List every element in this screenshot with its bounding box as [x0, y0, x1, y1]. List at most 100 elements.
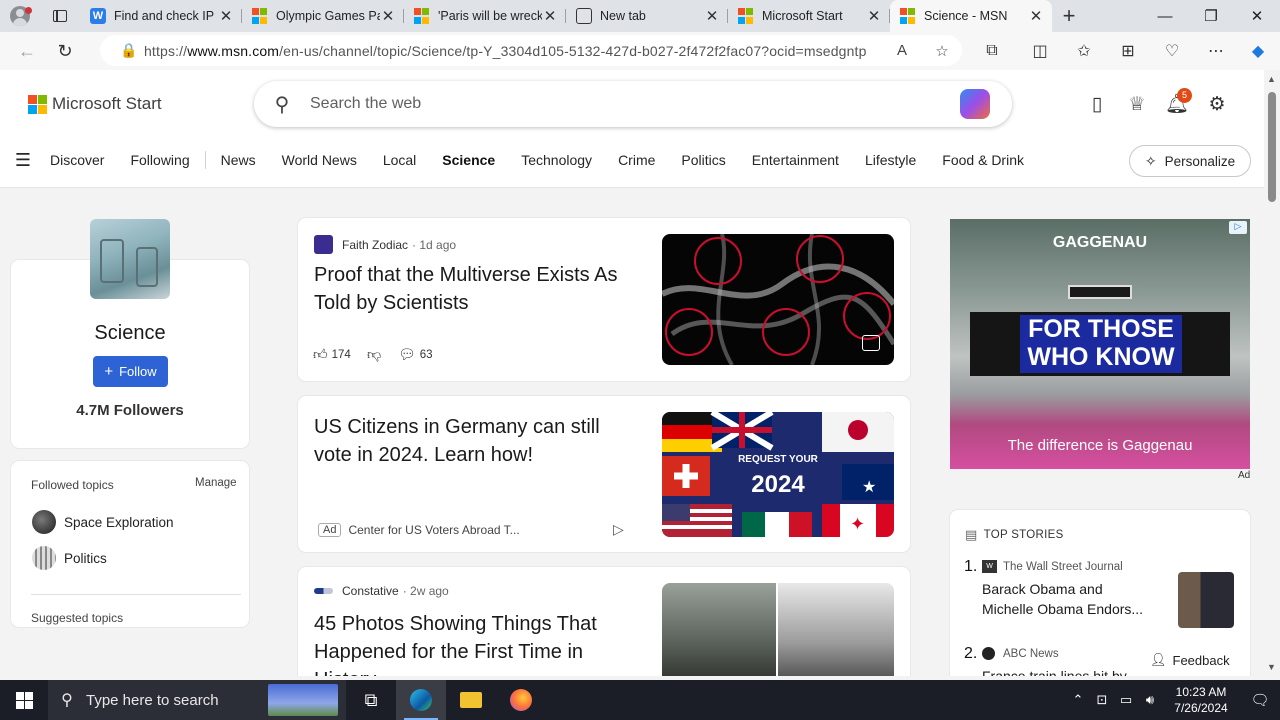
- scroll-up-icon[interactable]: ▲: [1267, 74, 1276, 84]
- article-thumbnail[interactable]: [662, 234, 894, 365]
- nav-news[interactable]: News: [208, 152, 269, 168]
- close-tab-icon[interactable]: ✕: [704, 7, 720, 25]
- network-icon[interactable]: ▭: [1114, 692, 1138, 708]
- search-highlight-image[interactable]: [268, 684, 338, 716]
- article-source[interactable]: Constative · 2w ago: [314, 584, 449, 598]
- new-tab-button[interactable]: +: [1052, 0, 1086, 32]
- article-source[interactable]: Faith Zodiac · 1d ago: [314, 235, 456, 254]
- story-headline[interactable]: Barack Obama and Michelle Obama Endors..…: [982, 579, 1152, 619]
- scroll-down-icon[interactable]: ▼: [1267, 662, 1276, 672]
- browser-tab-1[interactable]: W Find and check IP ✕: [80, 0, 242, 32]
- refresh-button[interactable]: ↻: [46, 32, 84, 70]
- close-tab-icon[interactable]: ✕: [218, 7, 234, 25]
- firefox-taskbar-icon[interactable]: [496, 680, 546, 720]
- ad-slogan-box: FOR THOSE WHO KNOW: [1020, 315, 1182, 373]
- read-aloud-icon[interactable]: A: [882, 42, 922, 59]
- rewards-icon[interactable]: ♕: [1122, 91, 1152, 117]
- ad-choices-icon[interactable]: ▷: [613, 521, 624, 538]
- search-input[interactable]: Search the web: [310, 95, 960, 113]
- address-bar[interactable]: 🔒 https://www.msn.com/en-us/channel/topi…: [100, 35, 962, 66]
- gaggenau-ad[interactable]: GAGGENAU FOR THOSE WHO KNOW The differen…: [950, 219, 1250, 469]
- article-thumbnail[interactable]: [662, 583, 894, 676]
- nav-science[interactable]: Science: [429, 152, 508, 168]
- copilot-icon[interactable]: ◆: [1238, 32, 1278, 70]
- browser-tab-2[interactable]: Olympic Games Pa ✕: [242, 0, 404, 32]
- story-headline[interactable]: France train lines hit by...: [982, 666, 1152, 676]
- close-tab-icon[interactable]: ✕: [542, 7, 558, 25]
- collections-icon[interactable]: ⊞: [1108, 32, 1148, 70]
- restore-button[interactable]: ❐: [1188, 0, 1234, 32]
- notification-center-icon[interactable]: 🗨︎: [1240, 691, 1280, 709]
- story-source[interactable]: W The Wall Street Journal: [982, 560, 1123, 573]
- favorites-icon[interactable]: ✩: [1064, 32, 1104, 70]
- notification-count-badge: 5: [1177, 88, 1192, 103]
- nav-local[interactable]: Local: [370, 152, 429, 168]
- page-scrollbar[interactable]: ▲ ▼: [1264, 70, 1280, 676]
- network-device-icon[interactable]: ⊡: [1090, 692, 1114, 708]
- story-source[interactable]: ABC News: [982, 647, 1059, 660]
- extensions-icon[interactable]: ⧉: [972, 32, 1012, 70]
- copilot-logo-icon[interactable]: [960, 89, 990, 119]
- like-button[interactable]: 👍︎ 174: [313, 346, 351, 363]
- close-window-button[interactable]: ✕: [1234, 0, 1280, 32]
- task-view-icon[interactable]: ⧉: [346, 680, 396, 720]
- comments-button[interactable]: 💬︎ 63: [398, 346, 433, 363]
- nav-politics[interactable]: Politics: [668, 152, 738, 168]
- clock[interactable]: 10:23 AM 7/26/2024: [1162, 684, 1240, 716]
- close-tab-icon[interactable]: ✕: [866, 7, 882, 25]
- feedback-button[interactable]: 👤︎ Feedback: [1140, 644, 1240, 676]
- taskbar-search[interactable]: ⚲ Type here to search: [48, 680, 346, 720]
- microsoft-start-logo[interactable]: Microsoft Start: [28, 94, 162, 114]
- nav-discover[interactable]: Discover: [46, 152, 117, 168]
- sponsored-headline[interactable]: US Citizens in Germany can still vote in…: [314, 413, 634, 469]
- ad-source[interactable]: Ad Center for US Voters Abroad T...: [318, 523, 520, 537]
- sponsored-thumbnail[interactable]: ★ ✦ REQUEST YOUR 2024: [662, 412, 894, 537]
- personalize-button[interactable]: ✧ Personalize: [1129, 145, 1251, 177]
- browser-tab-6-active[interactable]: Science - MSN ✕: [890, 0, 1052, 32]
- followed-topic-politics[interactable]: Politics: [32, 546, 107, 570]
- url-text[interactable]: https://www.msn.com/en-us/channel/topic/…: [144, 43, 882, 59]
- browser-tab-4[interactable]: New tab ✕: [566, 0, 728, 32]
- manage-link[interactable]: Manage: [195, 477, 237, 489]
- back-button[interactable]: ←: [8, 32, 46, 70]
- start-button[interactable]: [0, 680, 48, 720]
- nav-food-drink[interactable]: Food & Drink: [929, 152, 1037, 168]
- favorite-star-icon[interactable]: ☆: [922, 42, 962, 60]
- file-explorer-icon[interactable]: [446, 680, 496, 720]
- mobile-app-icon[interactable]: ▯: [1082, 91, 1112, 117]
- settings-gear-icon[interactable]: ⚙: [1202, 91, 1232, 117]
- volume-icon[interactable]: 🔊︎: [1138, 692, 1162, 708]
- tab-actions-button[interactable]: [40, 0, 80, 32]
- edge-taskbar-icon[interactable]: [396, 680, 446, 720]
- follow-button[interactable]: + Follow: [93, 356, 168, 387]
- close-tab-icon[interactable]: ✕: [1028, 7, 1044, 25]
- story-thumbnail[interactable]: [1178, 572, 1234, 628]
- browser-tab-5[interactable]: Microsoft Start ✕: [728, 0, 890, 32]
- minimize-button[interactable]: —: [1142, 0, 1188, 32]
- nav-following[interactable]: Following: [117, 152, 202, 168]
- chevron-up-icon[interactable]: ⌃: [1066, 692, 1090, 708]
- web-search-box[interactable]: ⚲ Search the web: [254, 81, 1012, 127]
- nav-world-news[interactable]: World News: [269, 152, 370, 168]
- adchoices-icon[interactable]: ▷: [1229, 221, 1247, 234]
- hamburger-menu-icon[interactable]: ☰: [0, 150, 46, 171]
- scrollbar-thumb[interactable]: [1268, 92, 1276, 202]
- nav-entertainment[interactable]: Entertainment: [739, 152, 852, 168]
- nav-technology[interactable]: Technology: [508, 152, 605, 168]
- notifications-bell-icon[interactable]: 🔔︎ 5: [1162, 88, 1192, 117]
- taskbar-search-input[interactable]: Type here to search: [86, 692, 219, 709]
- close-tab-icon[interactable]: ✕: [380, 7, 396, 25]
- profile-button[interactable]: [0, 0, 40, 32]
- browser-tab-3[interactable]: 'Paris will be wreck ✕: [404, 0, 566, 32]
- browser-essentials-icon[interactable]: ♡: [1152, 32, 1192, 70]
- nav-crime[interactable]: Crime: [605, 152, 668, 168]
- article-headline[interactable]: 45 Photos Showing Things That Happened f…: [314, 610, 634, 676]
- microsoft-icon: [252, 8, 268, 24]
- dislike-button[interactable]: 👎︎: [367, 346, 385, 363]
- followed-topic-space[interactable]: Space Exploration: [32, 510, 174, 534]
- split-screen-icon[interactable]: ◫: [1020, 32, 1060, 70]
- article-headline[interactable]: Proof that the Multiverse Exists As Told…: [314, 261, 634, 317]
- lock-icon[interactable]: 🔒: [114, 42, 144, 59]
- nav-lifestyle[interactable]: Lifestyle: [852, 152, 929, 168]
- more-menu-icon[interactable]: ⋯: [1196, 32, 1236, 70]
